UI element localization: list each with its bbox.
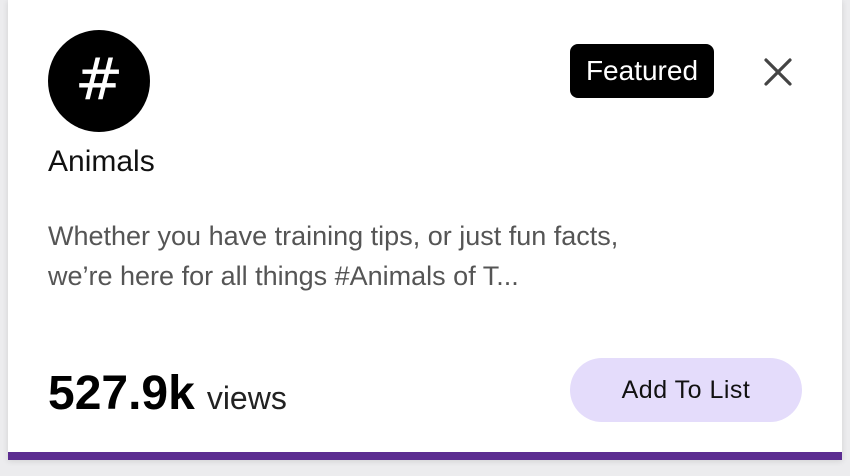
topic-title: Animals [48,145,155,178]
accent-bar [8,452,842,460]
add-to-list-button[interactable]: Add To List [570,358,802,422]
description-line: Whether you have training tips, or just … [48,221,619,251]
featured-badge: Featured [570,44,714,98]
topic-card: # Animals Featured Whether you have trai… [8,0,842,460]
close-button[interactable] [756,50,800,94]
views-count: 527.9k [48,367,195,420]
hashtag-icon: # [74,45,124,113]
topic-avatar: # [48,30,150,132]
topic-description: Whether you have training tips, or just … [48,216,688,296]
views-stat: 527.9k views [48,366,287,421]
close-icon [764,58,792,86]
description-line: we’re here for all things #Animals of T.… [48,261,519,291]
views-label: views [206,380,287,416]
